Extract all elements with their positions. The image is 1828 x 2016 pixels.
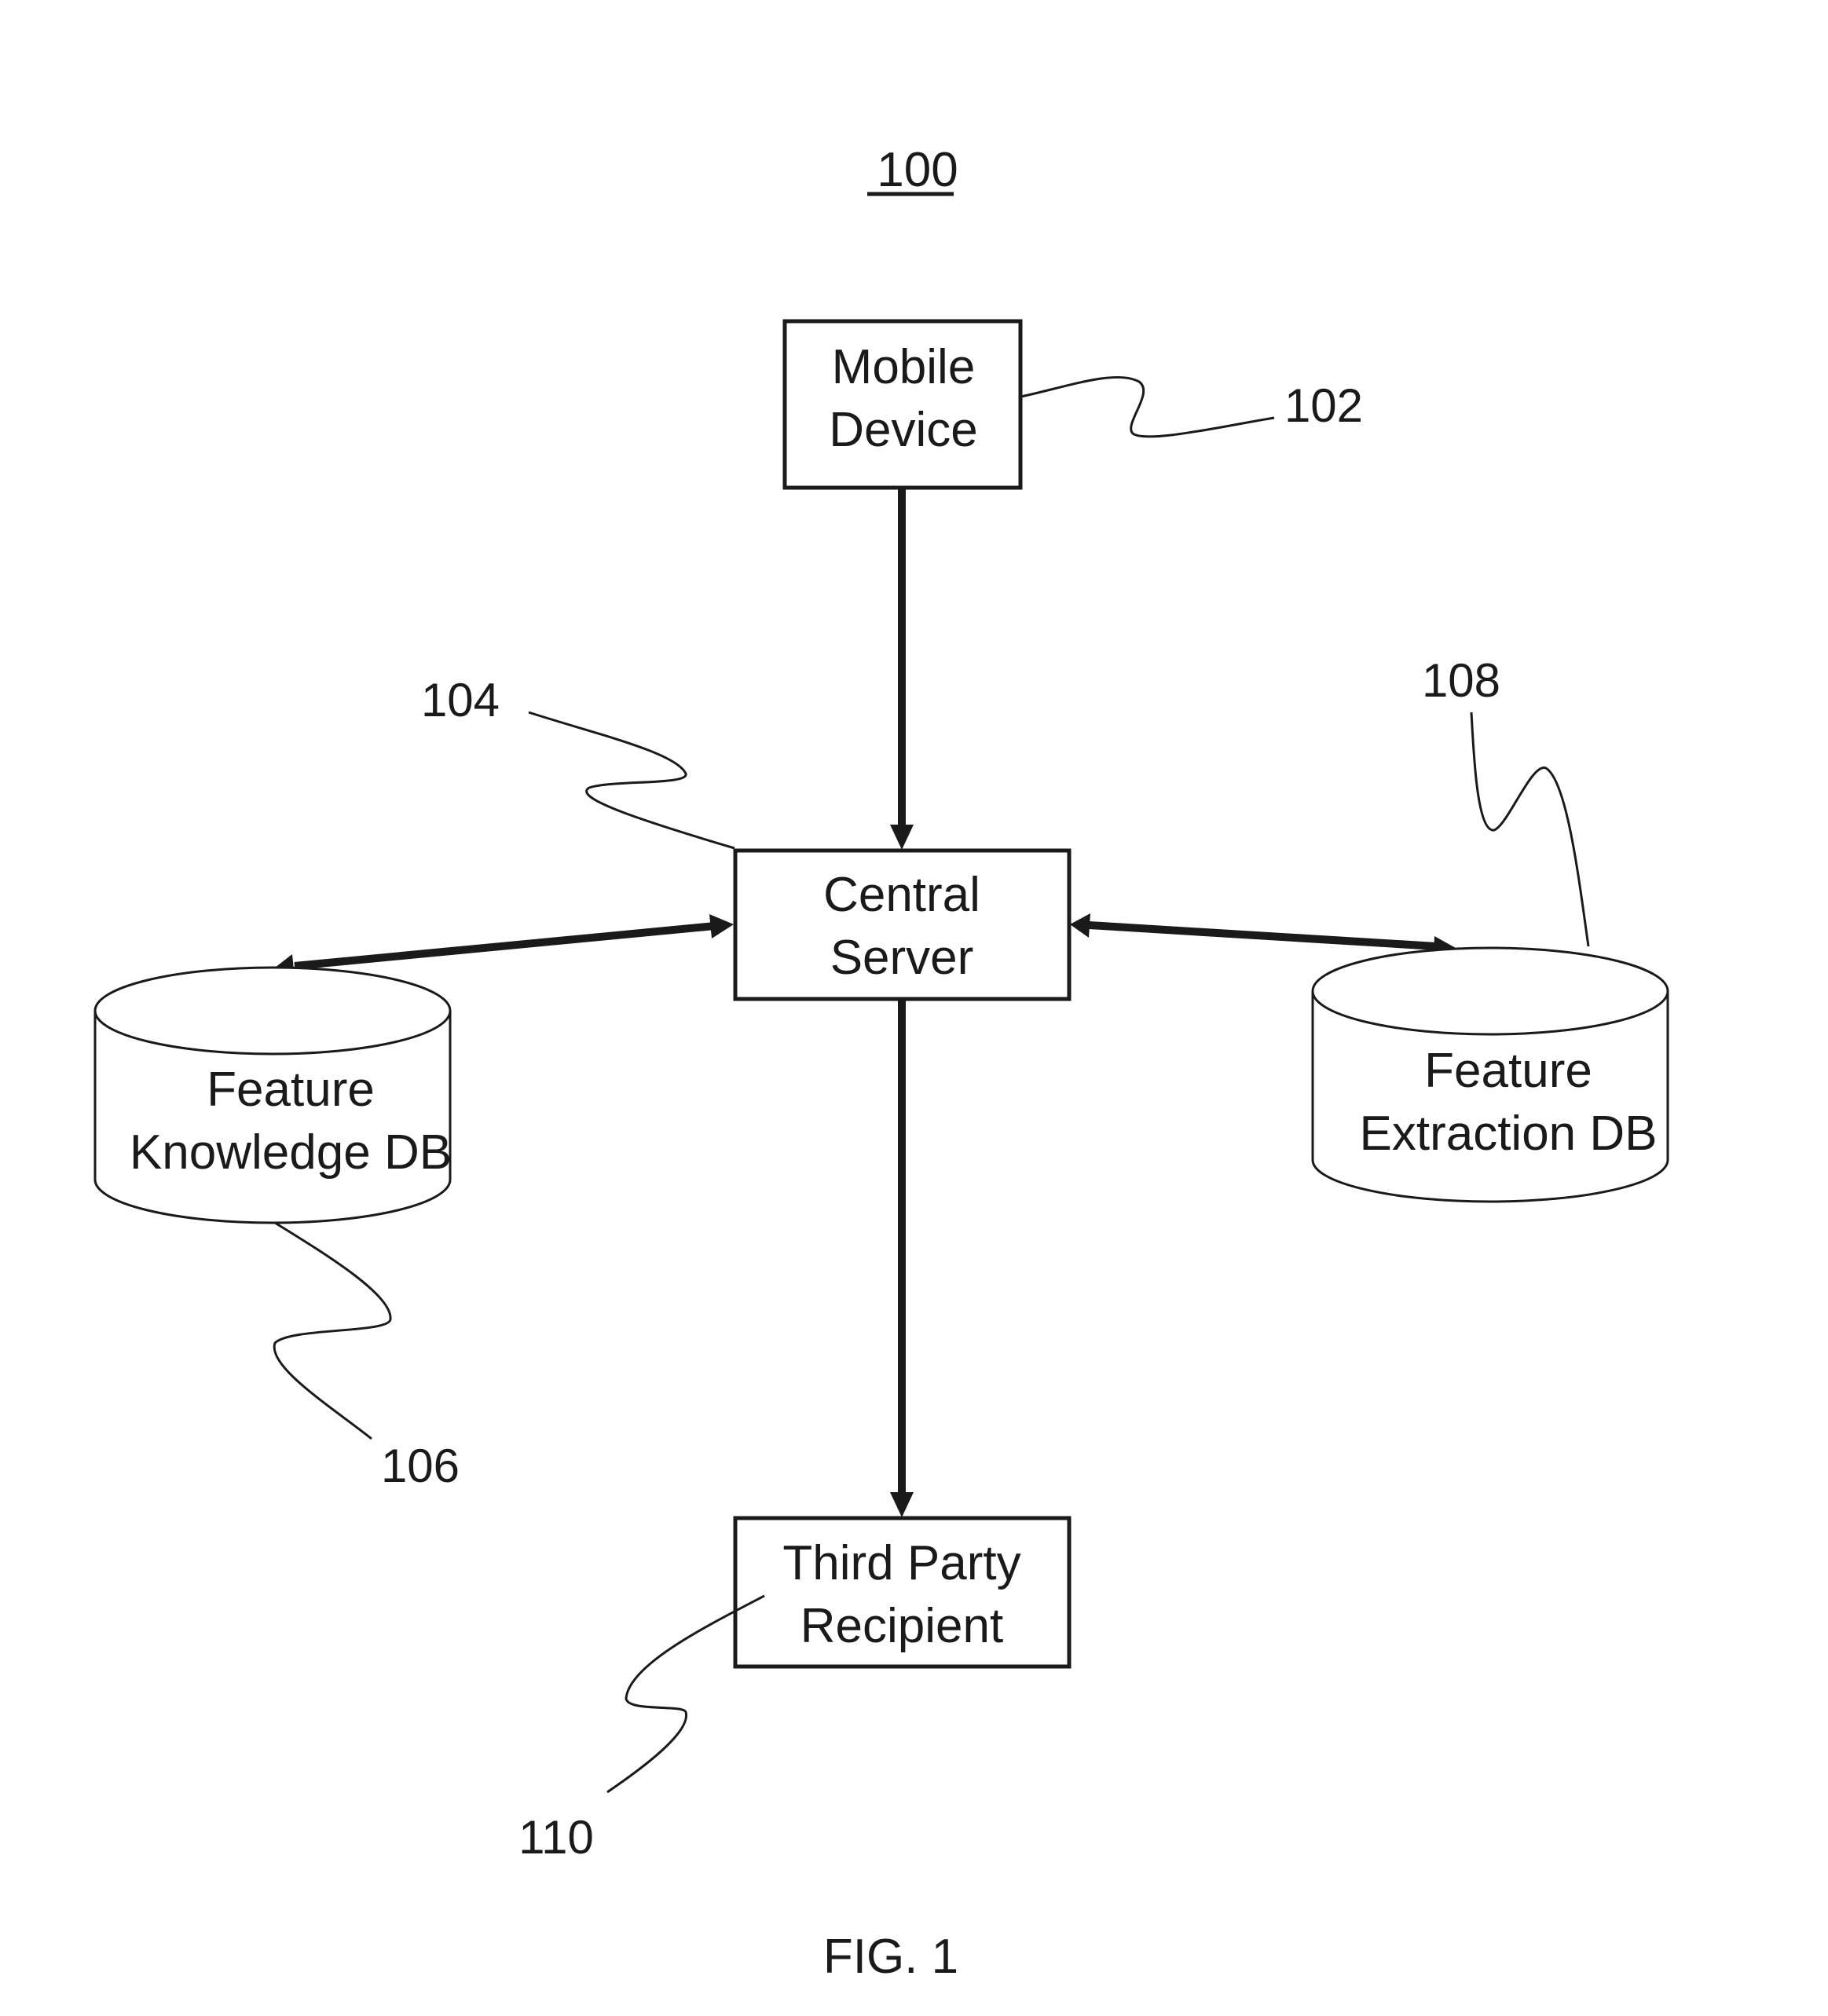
node-third-party-recipient: Third Party Recipient (733, 1516, 1072, 1669)
figure-caption: FIG. 1 (823, 1930, 958, 1984)
node-feature-knowledge-db: Feature Knowledge DB (93, 966, 452, 1224)
ref-label-110: 110 (518, 1811, 594, 1864)
system-diagram: 100 Mobile Device Central Server Third P… (93, 143, 1669, 1984)
ref-label-102: 102 (1284, 379, 1363, 432)
knowledge-db-label-line1: Feature (207, 1063, 375, 1117)
ref-label-108: 108 (1422, 654, 1500, 707)
third-party-label-line2: Recipient (800, 1599, 1003, 1653)
edge-server-to-third-party (890, 1000, 914, 1517)
leader-line-104 (528, 711, 735, 850)
arrowhead-icon (890, 825, 914, 850)
extraction-db-label-line1: Feature (1424, 1044, 1592, 1098)
ref-label-106: 106 (381, 1440, 460, 1492)
ref-106: 106 (273, 1221, 460, 1492)
extraction-db-label-line2: Extraction DB (1359, 1107, 1657, 1161)
mobile-device-label-line2: Device (829, 403, 978, 457)
edge-mobile-to-server (890, 488, 914, 850)
ref-110: 110 (518, 1594, 765, 1864)
figure-reference-number: 100 (877, 143, 958, 197)
edge-server-knowledge-db (275, 914, 734, 978)
leader-line-106 (273, 1221, 392, 1440)
arrowhead-icon (709, 914, 734, 938)
third-party-label-line1: Third Party (782, 1536, 1020, 1590)
ref-label-104: 104 (421, 674, 500, 726)
edge-line (1088, 921, 1437, 950)
central-server-label-line1: Central (823, 868, 980, 922)
leader-line-108 (1470, 712, 1590, 947)
knowledge-db-label-line2: Knowledge DB (130, 1125, 452, 1180)
extraction-db-cylinder-top (1311, 946, 1669, 1036)
node-feature-extraction-db: Feature Extraction DB (1311, 946, 1669, 1203)
central-server-label-line2: Server (830, 931, 974, 985)
edge-line (294, 922, 716, 970)
node-central-server: Central Server (733, 848, 1072, 1001)
mobile-device-label-line1: Mobile (832, 340, 976, 394)
arrowhead-icon (1070, 913, 1090, 938)
arrowhead-icon (890, 1492, 914, 1517)
ref-102: 102 (1020, 375, 1363, 438)
ref-108: 108 (1422, 654, 1590, 947)
ref-104: 104 (421, 674, 735, 850)
edge-server-extraction-db (1070, 913, 1456, 960)
leader-line-102 (1020, 375, 1275, 438)
knowledge-db-cylinder-top (93, 966, 452, 1056)
node-mobile-device: Mobile Device (782, 319, 1023, 490)
